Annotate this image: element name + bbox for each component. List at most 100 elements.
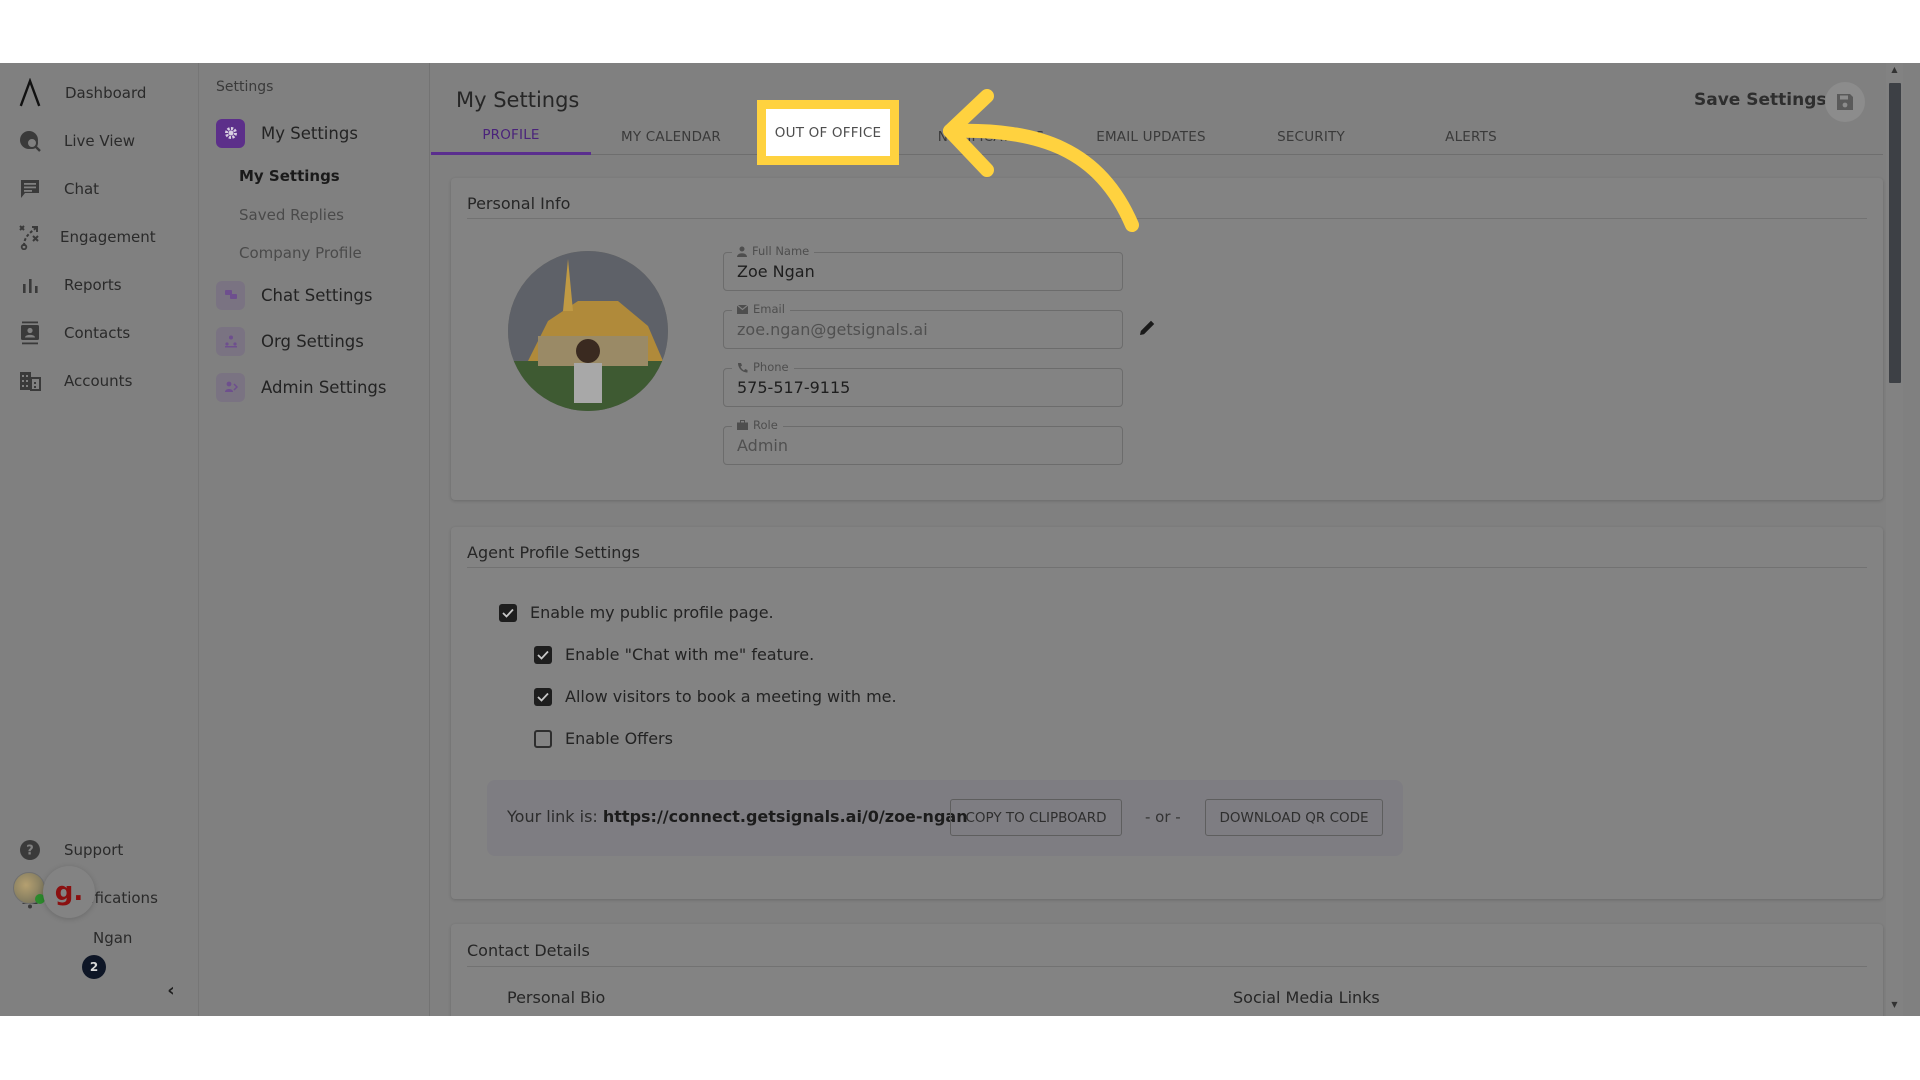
nav-item-reports[interactable]: Reports (0, 265, 199, 305)
role-field: Role Admin (723, 418, 1123, 465)
phone-field[interactable]: Phone 575-517-9115 (723, 360, 1123, 407)
subnav-group-admin-settings[interactable]: Admin Settings (216, 372, 387, 402)
subnav-group-chat-settings[interactable]: Chat Settings (216, 280, 372, 310)
social-media-links-heading: Social Media Links (1233, 988, 1380, 1007)
field-label: Phone (732, 360, 794, 374)
field-label-text: Role (753, 418, 778, 432)
scroll-down-arrow-icon[interactable]: ▼ (1886, 1000, 1903, 1014)
nav-item-dashboard[interactable]: Dashboard (0, 73, 199, 113)
app-window: Dashboard Live View Chat Engagement Repo… (0, 63, 1920, 1016)
nav-label: Reports (64, 276, 122, 294)
nav-label: Chat (64, 180, 100, 198)
building-icon (18, 369, 42, 393)
personal-info-card: Personal Info Full Name Zoe Ngan Email z… (451, 178, 1883, 500)
settings-tabs: PROFILE MY CALENDAR OUT OF OFFICE NOTIFI… (431, 118, 1883, 155)
divider (467, 567, 1867, 568)
nav-item-engagement[interactable]: Engagement (0, 217, 199, 257)
personal-bio-heading: Personal Bio (507, 988, 606, 1007)
public-link-text: Your link is: https://connect.getsignals… (507, 807, 968, 826)
tab-email-updates[interactable]: EMAIL UPDATES (1071, 118, 1231, 155)
subnav-group-label: Chat Settings (261, 285, 373, 305)
floppy-disk-icon (1837, 94, 1853, 110)
enable-chat-with-me-checkbox[interactable]: Enable "Chat with me" feature. (534, 645, 814, 664)
nav-item-accounts[interactable]: Accounts (0, 361, 199, 401)
settings-subnav: Settings My Settings My Settings Saved R… (199, 63, 430, 1016)
tab-profile[interactable]: PROFILE (431, 118, 591, 155)
section-title: Agent Profile Settings (467, 543, 640, 562)
subnav-group-label: My Settings (261, 123, 358, 143)
email-field[interactable]: Email zoe.ngan@getsignals.ai (723, 302, 1123, 349)
email-value: zoe.ngan@getsignals.ai (737, 320, 928, 339)
subnav-group-label: Admin Settings (261, 377, 387, 397)
scrollbar-thumb[interactable] (1889, 83, 1901, 383)
tab-security[interactable]: SECURITY (1231, 118, 1391, 155)
person-icon (737, 246, 747, 257)
tab-alerts[interactable]: ALERTS (1391, 118, 1551, 155)
link-prefix: Your link is: (507, 807, 603, 826)
nav-label: Engagement (60, 228, 156, 246)
tab-notifications[interactable]: NOTIFICATIONS (911, 118, 1071, 155)
tab-my-calendar[interactable]: MY CALENDAR (591, 118, 751, 155)
enable-public-profile-checkbox[interactable]: Enable my public profile page. (499, 603, 774, 622)
public-link-url[interactable]: https://connect.getsignals.ai/0/zoe-ngan (603, 807, 968, 826)
main-content: My Settings Save Settings PROFILE MY CAL… (431, 63, 1903, 1016)
subnav-group-my-settings[interactable]: My Settings (216, 118, 358, 148)
full-name-field[interactable]: Full Name Zoe Ngan (723, 244, 1123, 291)
subnav-item-my-settings[interactable]: My Settings (239, 167, 340, 185)
checkbox-unchecked-icon (534, 729, 552, 748)
divider (467, 966, 1867, 967)
contact-details-card: Contact Details Personal Bio Social Medi… (451, 924, 1883, 1016)
enable-offers-checkbox[interactable]: Enable Offers (534, 729, 673, 748)
field-label-text: Email (753, 302, 785, 316)
chat-widget-launcher[interactable]: g. (43, 866, 95, 918)
checkbox-label: Allow visitors to book a meeting with me… (565, 687, 897, 706)
field-label: Role (732, 418, 783, 432)
nav-item-chat[interactable]: Chat (0, 169, 199, 209)
subnav-item-company-profile[interactable]: Company Profile (239, 244, 362, 262)
admin-icon (216, 372, 245, 402)
checkbox-checked-icon (534, 645, 552, 664)
page-title: My Settings (456, 88, 580, 112)
save-settings-label[interactable]: Save Settings (1694, 90, 1827, 110)
highlighted-tab-out-of-office[interactable]: OUT OF OFFICE (757, 100, 899, 165)
gear-icon (216, 118, 245, 148)
save-settings-button[interactable] (1825, 82, 1865, 122)
nav-label: Accounts (64, 372, 133, 390)
section-title: Personal Info (467, 194, 571, 213)
profile-photo[interactable] (508, 251, 668, 411)
help-icon: ? (18, 838, 42, 862)
subnav-group-org-settings[interactable]: Org Settings (216, 326, 364, 356)
field-label-text: Full Name (752, 244, 810, 258)
section-title: Contact Details (467, 941, 590, 960)
nav-item-contacts[interactable]: Contacts (0, 313, 199, 353)
allow-book-meeting-checkbox[interactable]: Allow visitors to book a meeting with me… (534, 687, 897, 706)
pencil-icon (1140, 320, 1155, 335)
chat-icon (18, 177, 42, 201)
subnav-title: Settings (216, 79, 274, 95)
nav-item-live-view[interactable]: Live View (0, 121, 199, 161)
scroll-up-arrow-icon[interactable]: ▲ (1886, 65, 1903, 79)
public-link-panel: Your link is: https://connect.getsignals… (487, 780, 1403, 856)
download-qr-code-button[interactable]: DOWNLOAD QR CODE (1205, 799, 1383, 836)
bar-chart-icon (18, 273, 42, 297)
nav-label: Dashboard (65, 84, 147, 102)
divider (467, 218, 1867, 219)
role-value: Admin (737, 436, 788, 455)
main-scrollbar[interactable]: ▲ ▼ (1886, 63, 1903, 1016)
user-name: Ngan (93, 929, 133, 947)
field-label: Full Name (732, 244, 815, 258)
copy-to-clipboard-button[interactable]: COPY TO CLIPBOARD (950, 799, 1122, 836)
nav-label: Contacts (64, 324, 131, 342)
collapse-sidebar-button[interactable]: ‹ (163, 980, 179, 1001)
engagement-icon (18, 225, 42, 250)
checkbox-label: Enable Offers (565, 729, 673, 748)
checkbox-checked-icon (499, 603, 517, 622)
edit-email-button[interactable] (1137, 318, 1159, 340)
nav-item-support[interactable]: ? Support (0, 830, 199, 870)
phone-value: 575-517-9115 (737, 378, 851, 397)
chat-bubbles-icon (216, 280, 245, 310)
subnav-item-saved-replies[interactable]: Saved Replies (239, 206, 344, 224)
mail-icon (737, 304, 748, 314)
app-logo-icon (18, 78, 42, 107)
subnav-group-label: Org Settings (261, 331, 364, 351)
